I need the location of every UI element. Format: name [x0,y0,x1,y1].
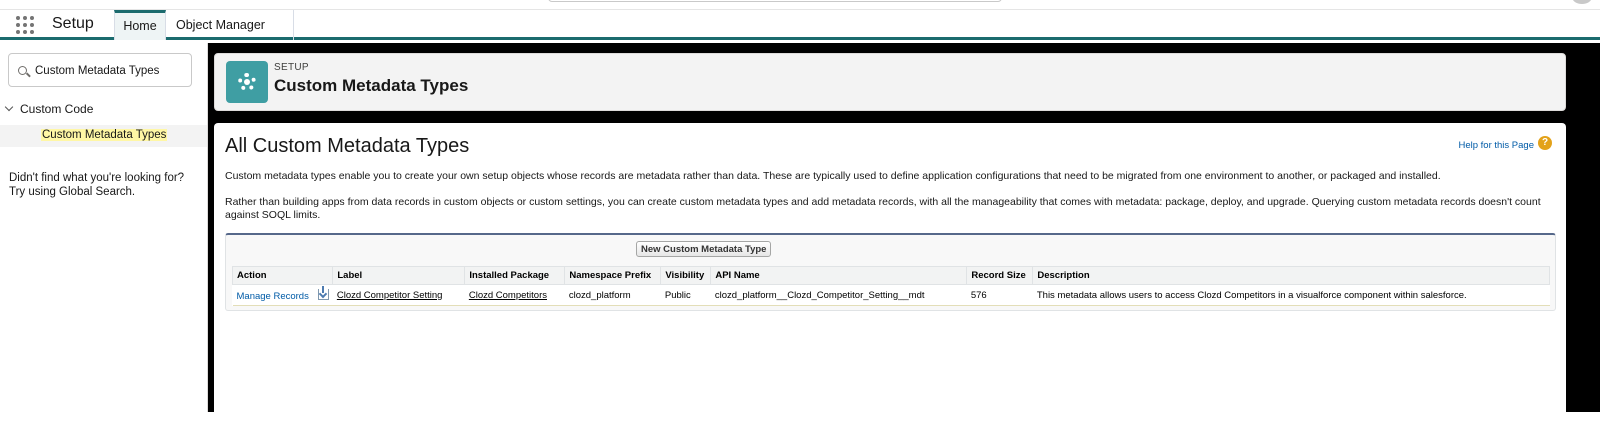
main-content: SETUP Custom Metadata Types All Custom M… [208,43,1600,423]
description-paragraph-2: Rather than building apps from data reco… [225,196,1541,221]
installed-package-cell: Clozd Competitors [464,284,565,306]
column-header-installed-package: Installed Package [464,266,566,285]
help-icon[interactable]: ? [1538,136,1552,150]
quick-find-box[interactable] [8,53,192,87]
visibility-cell: Public [660,284,711,306]
tree-item-label: Custom Metadata Types [41,129,168,141]
column-header-namespace-prefix: Namespace Prefix [564,266,662,285]
help-link[interactable]: Help for this Page [1458,140,1534,151]
tree-item-custom-metadata-types[interactable]: Custom Metadata Types [0,125,207,147]
page-header: SETUP Custom Metadata Types [214,53,1566,111]
table-row: Manage Records Clozd Competitor Setting … [232,284,1550,306]
label-cell: Clozd Competitor Setting [332,284,465,306]
chevron-down-icon [4,102,14,112]
column-header-action: Action [231,266,334,285]
tab-home-label: Home [123,19,157,33]
not-found-line-2: Try using Global Search. [9,186,136,198]
not-found-line-1: Didn't find what you're looking for? [9,172,185,184]
action-cell: Manage Records [232,284,333,306]
app-launcher-icon[interactable] [16,16,36,36]
quick-find-input[interactable] [35,61,185,81]
installed-package-link[interactable]: Clozd Competitors [469,290,547,301]
tab-object-manager[interactable]: Object Manager [166,10,294,58]
app-nav-bar: Setup Home Object Manager [0,10,1600,58]
label-link[interactable]: Clozd Competitor Setting [337,290,443,301]
record-size-cell: 576 [966,284,1033,306]
column-header-description: Description [1032,266,1550,285]
setup-gear-icon [226,61,268,103]
column-header-label: Label [332,266,466,285]
header-kicker: SETUP [274,62,309,73]
metadata-types-table: Action Label Installed Package Namespace… [231,266,1550,306]
tree-group-custom-code[interactable]: Custom Code [4,102,94,116]
avatar[interactable] [1572,0,1592,4]
metadata-types-list: New Custom Metadata Type Action Label In… [225,233,1556,311]
new-custom-metadata-type-button[interactable]: New Custom Metadata Type [636,241,772,257]
tree-group-label: Custom Code [20,102,94,116]
setup-sidebar: Custom Code Custom Metadata Types Didn't… [0,43,208,412]
tab-object-manager-label: Object Manager [176,18,265,32]
section-heading: All Custom Metadata Types [225,135,470,157]
namespace-prefix-cell: clozd_platform [564,284,661,306]
description-paragraph-1: Custom metadata types enable you to crea… [225,170,1441,182]
not-found-hint: Didn't find what you're looking for? Try… [9,171,199,199]
api-name-cell: clozd_platform__Clozd_Competitor_Setting… [710,284,967,306]
global-header [0,0,1600,10]
table-header-row: Action Label Installed Package Namespace… [231,266,1550,285]
manage-records-link[interactable]: Manage Records [237,291,309,302]
download-icon[interactable] [317,286,329,300]
search-icon [18,66,27,75]
column-header-visibility: Visibility [660,266,712,285]
tab-home[interactable]: Home [114,10,166,40]
column-header-record-size: Record Size [966,266,1034,285]
content-card: All Custom Metadata Types Help for this … [214,123,1566,423]
app-name: Setup [52,15,94,32]
column-header-api-name: API Name [710,266,968,285]
description-cell: This metadata allows users to access Clo… [1032,284,1550,306]
global-search-input[interactable] [548,0,1002,2]
page-title: Custom Metadata Types [274,76,469,95]
